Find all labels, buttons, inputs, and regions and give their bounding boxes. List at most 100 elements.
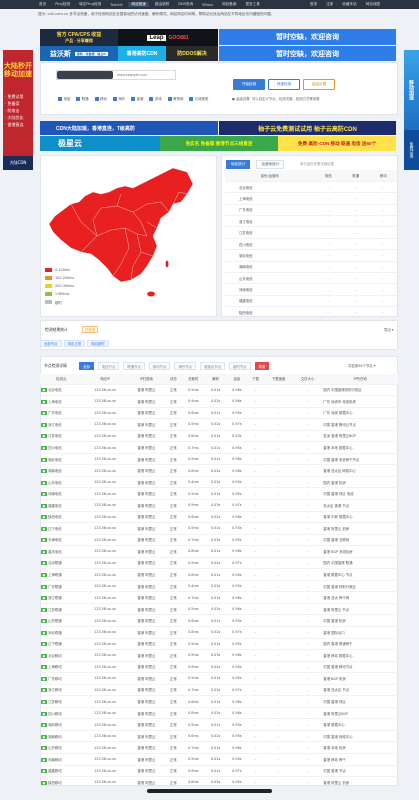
nav-item-9[interactable]: 更多工具 (242, 2, 262, 7)
nav-right-1[interactable]: 注册 (323, 2, 336, 7)
table-row[interactable]: ● 北京电信 123.58.xx.xx 香港 阿里云 正常 0.5ms 0.01s 0.98s… (40, 384, 398, 397)
quick-test-button[interactable]: 快速检测 (268, 79, 300, 90)
results-tab-5[interactable]: 港澳台节点 (200, 362, 225, 370)
advanced-settings-button[interactable]: 高级设置 (303, 79, 335, 90)
results-tab-0[interactable]: 全部 (79, 362, 94, 370)
ad-hk-cdn[interactable]: 香港高防CDN (118, 46, 166, 61)
checkbox-icon[interactable] (76, 96, 81, 101)
table-row[interactable]: ● 江苏电信 123.58.xx.xx 香港 阿里云 正常 0.8ms 0.01s 0.93s… (40, 430, 398, 443)
isp-row[interactable]: 湖北电信 — — — (225, 249, 397, 262)
nav-right-3[interactable]: 网站地图 (363, 2, 383, 7)
ad-vacant-2[interactable]: 暂时空缺，欢迎咨询 (219, 46, 396, 61)
results-tab-4[interactable]: 海外节点 (174, 362, 197, 370)
summary-item-all[interactable]: 全部节点 (40, 340, 62, 347)
checkbox-icon[interactable] (58, 96, 62, 101)
table-row[interactable]: ● 河南移动 123.58.xx.xx 香港 阿里云 正常 0.5ms 0.02s 0.94s… (40, 753, 398, 766)
nav-item-3[interactable]: Tracert (107, 3, 125, 7)
table-row[interactable]: ● 福建电信 123.58.xx.xx 香港 阿里云 正常 0.9ms 0.03s 0.97s… (40, 499, 398, 512)
results-tab-7[interactable]: 异常 (254, 362, 270, 370)
results-tab-3[interactable]: 移动节点 (148, 362, 171, 370)
isp-row[interactable]: 上海电信 — — — (225, 192, 397, 205)
table-row[interactable]: ● 辽宁电信 123.58.xx.xx 香港 阿里云 正常 0.5ms 0.01s 0.93s… (40, 522, 398, 535)
checkbox-icon[interactable] (167, 96, 172, 101)
option-2[interactable]: 移动 (94, 96, 107, 101)
table-row[interactable]: ● 福建移动 123.58.xx.xx 香港 阿里云 正常 0.6ms 0.01s 0.97s… (40, 765, 398, 778)
table-row[interactable]: ● 江苏联通 123.58.xx.xx 香港 阿里云 正常 0.5ms 0.02s 0.96s… (40, 603, 398, 616)
table-row[interactable]: ● 四川移动 123.58.xx.xx 香港 阿里云 正常 0.8ms 0.02s 0.98s… (40, 707, 398, 720)
table-row[interactable]: ● 上海联通 123.58.xx.xx 香港 阿里云 正常 0.6ms 0.01s 0.94s… (40, 568, 398, 581)
right-side-ad[interactable]: 移动加速 免费试用 (404, 50, 419, 170)
ad-no-icp[interactable]: 免实名 免备案 香港节点三线直连 (160, 136, 278, 151)
isp-row[interactable]: 广东电信 — — — (225, 204, 397, 217)
ad-free-cdn[interactable]: 免费·高防·CDN 移动 联通 电信 送50个 (278, 136, 396, 151)
table-row[interactable]: ● 上海电信 123.58.xx.xx 香港 阿里云 正常 0.4ms 0.02s 0.96s… (40, 395, 398, 408)
table-row[interactable]: ● 河南电信 123.58.xx.xx 香港 阿里云 正常 0.5ms 0.01s 0.95s… (40, 487, 398, 500)
nav-right-0[interactable]: 登录 (307, 2, 320, 7)
hainan-shape[interactable] (146, 291, 156, 297)
table-row[interactable]: ● 四川电信 123.58.xx.xx 香港 阿里云 正常 0.7ms 0.01s 0.94s… (40, 441, 398, 454)
isp-row[interactable]: 陕西电信 — — — (225, 306, 397, 319)
nav-item-4[interactable]: 网站测速 (128, 2, 149, 7)
ad-leap[interactable]: Leap GOO881 (118, 29, 218, 46)
table-row[interactable]: ● 山东移动 123.58.xx.xx 香港 阿里云 正常 0.7ms 0.01s 0.96s… (40, 741, 398, 754)
results-tab-2[interactable]: 联通节点 (123, 362, 145, 370)
checkbox-icon[interactable] (189, 96, 194, 101)
ad-vacant-1[interactable]: 暂时空缺，欢迎咨询 (219, 29, 396, 45)
table-row[interactable]: ● 上海移动 123.58.xx.xx 香港 阿里云 正常 0.6ms 0.02s 0.94s… (40, 661, 398, 674)
tab-isp[interactable]: 运营商统计 (256, 160, 285, 169)
option-1[interactable]: 联通 (76, 96, 89, 101)
table-row[interactable]: ● 湖南移动 123.58.xx.xx 香港 阿里云 正常 0.6ms 0.02s 0.95s… (40, 730, 398, 743)
table-row[interactable]: ● 辽宁联通 123.58.xx.xx 香港 阿里云 正常 0.5ms 0.01s 0.95s… (40, 638, 398, 651)
option-0[interactable]: 电信 (58, 96, 70, 101)
ad-cps[interactable]: 官方 CPA/CPS 收益 产品 · 分享赚佣 (40, 29, 118, 46)
china-map-shape[interactable] (48, 167, 194, 283)
left-side-ad[interactable]: 大陆秒开 移动加速 · 免费试用 · 免备案 · 防攻击 · 大陆优化 · 香港… (3, 50, 33, 170)
table-row[interactable]: ● 北京移动 123.58.xx.xx 香港 阿里云 正常 0.9ms 0.03s 0.96s… (40, 649, 398, 662)
ad-youzi[interactable]: 柚子云免费测试试用 柚子云高防CDN (219, 121, 396, 135)
table-row[interactable]: ● 重庆电信 123.58.xx.xx 香港 阿里云 正常 0.8ms 0.01s 0.96s… (40, 545, 398, 558)
nav-right-2[interactable]: 收藏本站 (339, 2, 359, 7)
checkbox-icon[interactable] (94, 96, 99, 101)
table-row[interactable]: ● 浙江移动 123.58.xx.xx 香港 阿里云 正常 0.7ms 0.02s 0.97s… (40, 684, 398, 697)
nav-item-5[interactable]: 路由追踪 (152, 2, 172, 7)
table-row[interactable]: ● 北京联通 123.58.xx.xx 香港 阿里云 正常 0.5ms 0.02s 0.97s… (40, 557, 398, 570)
option-7[interactable]: 长城宽带 (189, 96, 208, 101)
checkbox-icon[interactable] (112, 96, 117, 101)
isp-row[interactable]: 四川电信 — — — (225, 238, 397, 251)
option-6[interactable]: 教育网 (167, 96, 183, 101)
isp-row[interactable]: 北京电信 — — — (225, 181, 397, 194)
table-row[interactable]: ● 陕西移动 123.58.xx.xx 香港 阿里云 正常 0.8ms 0.02s 0.95s… (40, 776, 398, 789)
isp-row[interactable]: 山东电信 — — — (225, 272, 397, 285)
checkbox-icon[interactable] (131, 96, 136, 101)
table-row[interactable]: ● 陕西电信 123.58.xx.xx 香港 阿里云 正常 0.6ms 0.02s 0.96s… (40, 511, 398, 524)
nav-item-1[interactable]: Ping检测 (52, 2, 73, 7)
nav-item-8[interactable]: 网站备案 (219, 2, 239, 7)
checkbox-icon[interactable] (149, 96, 154, 101)
nav-item-0[interactable]: 首页 (36, 2, 49, 7)
isp-row[interactable]: 浙江电信 — — — (225, 215, 397, 228)
option-5[interactable]: 多线 (149, 96, 162, 101)
nav-item-2[interactable]: 域名Ping检测 (76, 2, 104, 7)
summary-item-ok[interactable]: 响应正常 (63, 340, 86, 347)
ad-cdn-hk[interactable]: CDN大陆加速，香港直连，T级高防 (40, 121, 218, 135)
results-tab-1[interactable]: 电信节点 (97, 362, 120, 370)
table-row[interactable]: ● 广东移动 123.58.xx.xx 香港 阿里云 正常 0.5ms 0.01s 0.95s… (40, 672, 398, 685)
option-3[interactable]: 海外 (112, 96, 125, 101)
option-4[interactable]: 香港 (131, 96, 143, 101)
results-tab-6[interactable]: 超时节点 (228, 362, 251, 370)
table-row[interactable]: ● 山东联通 123.58.xx.xx 香港 阿里云 正常 0.6ms 0.01s 0.93s… (40, 614, 398, 627)
table-row[interactable]: ● 浙江电信 123.58.xx.xx 香港 阿里云 正常 0.5ms 0.02s 0.97s… (40, 418, 398, 431)
nav-item-7[interactable]: Whois (199, 3, 216, 7)
nav-item-6[interactable]: DNS查询 (175, 2, 196, 7)
export-button[interactable]: 导出 ▾ (384, 327, 394, 332)
ad-jixingyun[interactable]: 极星云 (40, 136, 160, 151)
isp-row[interactable]: 河南电信 — — — (225, 283, 397, 296)
home-indicator[interactable] (147, 789, 272, 793)
table-row[interactable]: ● 天津电信 123.58.xx.xx 香港 阿里云 正常 0.7ms 0.02s 0.95s… (40, 534, 398, 547)
table-row[interactable]: ● 湖北移动 123.58.xx.xx 香港 阿里云 正常 0.5ms 0.01s 0.93s… (40, 718, 398, 731)
table-row[interactable]: ● 广东电信 123.58.xx.xx 香港 阿里云 正常 0.6ms 0.01s 0.95s… (40, 407, 398, 420)
isp-row[interactable]: 江苏电信 — — — (225, 226, 397, 239)
table-row[interactable]: ● 河北联通 123.58.xx.xx 香港 阿里云 正常 0.8ms 0.02s 0.97s… (40, 626, 398, 639)
table-row[interactable]: ● 广东联通 123.58.xx.xx 香港 阿里云 正常 0.4ms 0.02s 0.95s… (40, 580, 398, 593)
isp-row[interactable]: 湖南电信 — — — (225, 261, 397, 274)
